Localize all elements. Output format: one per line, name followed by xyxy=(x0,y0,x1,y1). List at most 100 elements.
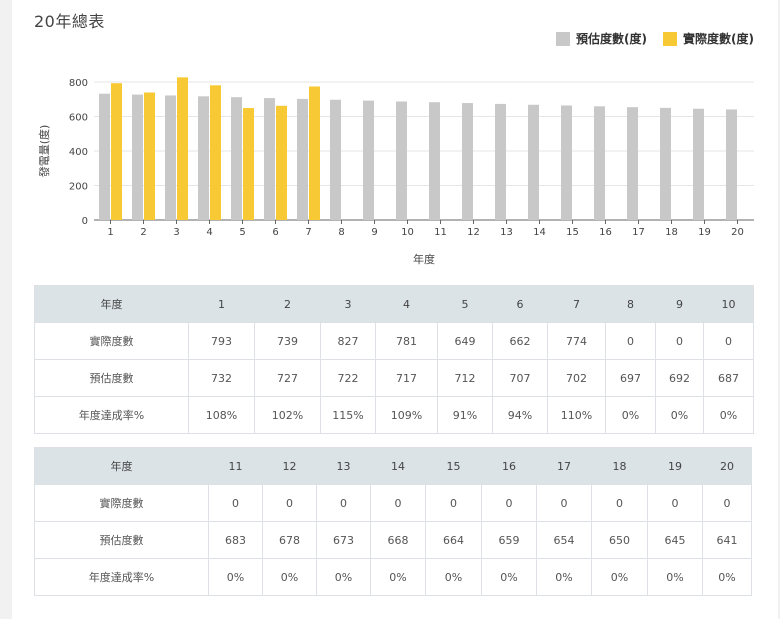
x-tick-label: 6 xyxy=(272,227,278,238)
bar-estimated xyxy=(726,109,737,220)
row-label: 預估度數 xyxy=(34,521,209,559)
report-card: 20年總表 預估度數(度) 實際度數(度) 0 200 400 600 800 1 2 3 4 5… xyxy=(12,0,778,619)
column-header: 4 xyxy=(375,285,438,323)
x-tick-label: 12 xyxy=(467,227,480,238)
column-header: 6 xyxy=(492,285,548,323)
table-cell: 0% xyxy=(591,558,648,596)
table-cell: 673 xyxy=(316,521,371,559)
column-header-year: 年度 xyxy=(34,447,209,485)
table-header-row: 年度 1 2 3 4 5 6 7 8 9 10 xyxy=(34,285,754,323)
legend-swatch-estimated xyxy=(556,31,571,46)
bar-estimated xyxy=(396,101,407,220)
table-cell: 0 xyxy=(591,484,648,522)
legend-item-actual[interactable]: 實際度數(度) xyxy=(663,30,754,47)
row-label: 實際度數 xyxy=(34,322,189,360)
x-tick-label: 10 xyxy=(401,227,414,238)
chart-legend: 預估度數(度) 實際度數(度) xyxy=(556,30,754,47)
bar-estimated xyxy=(594,106,605,220)
table-cell: 0% xyxy=(208,558,263,596)
column-header: 11 xyxy=(208,447,263,485)
table-cell: 0% xyxy=(702,558,752,596)
column-header: 17 xyxy=(536,447,592,485)
table-cell: 0% xyxy=(425,558,482,596)
table-cell: 722 xyxy=(320,359,376,397)
table-cell: 108% xyxy=(188,396,255,434)
table-cell: 664 xyxy=(425,521,482,559)
y-tick-label: 200 xyxy=(69,182,88,193)
bar-actual xyxy=(243,108,254,220)
x-tick-label: 9 xyxy=(371,227,377,238)
table-cell: 649 xyxy=(437,322,493,360)
table-row-rate: 年度達成率% 0% 0% 0% 0% 0% 0% 0% 0% 0% 0% xyxy=(34,558,752,596)
legend-item-estimated[interactable]: 預估度數(度) xyxy=(556,30,647,47)
table-cell: 727 xyxy=(254,359,321,397)
table-cell: 0% xyxy=(605,396,656,434)
table-cell: 678 xyxy=(262,521,317,559)
table-cell: 0% xyxy=(316,558,371,596)
table-cell: 0 xyxy=(536,484,592,522)
row-label: 年度達成率% xyxy=(34,558,209,596)
table-cell: 91% xyxy=(437,396,493,434)
table-cell: 0 xyxy=(605,322,656,360)
bar-estimated xyxy=(561,105,572,220)
bar-estimated xyxy=(429,102,440,220)
bar-estimated xyxy=(99,93,110,220)
table-cell: 793 xyxy=(188,322,255,360)
table-cell: 0 xyxy=(370,484,426,522)
table-header-row: 年度 11 12 13 14 15 16 17 18 19 20 xyxy=(34,447,752,485)
table-cell: 645 xyxy=(647,521,703,559)
table-row-rate: 年度達成率% 108% 102% 115% 109% 91% 94% 110% 0% 0% 0% xyxy=(34,396,754,434)
x-tick-label: 19 xyxy=(698,227,711,238)
table-cell: 683 xyxy=(208,521,263,559)
column-header: 2 xyxy=(254,285,321,323)
table-cell: 0 xyxy=(262,484,317,522)
table-cell: 102% xyxy=(254,396,321,434)
table-cell: 732 xyxy=(188,359,255,397)
column-header: 1 xyxy=(188,285,255,323)
table-cell: 94% xyxy=(492,396,548,434)
y-axis-label: 發電量(度) xyxy=(37,125,51,178)
legend-swatch-actual xyxy=(663,31,678,46)
x-tick-label: 7 xyxy=(305,227,311,238)
table-cell: 110% xyxy=(547,396,606,434)
table-cell: 827 xyxy=(320,322,376,360)
bar-estimated xyxy=(462,103,473,220)
y-tick-label: 0 xyxy=(82,216,88,227)
table-cell: 0 xyxy=(703,322,754,360)
table-cell: 0% xyxy=(536,558,592,596)
summary-table-2: 年度 11 12 13 14 15 16 17 18 19 20 實際度數 0 0 0 0 0 0 0 0 0 0 預估度數… xyxy=(34,447,752,596)
bar-estimated xyxy=(231,97,242,220)
table-cell: 668 xyxy=(370,521,426,559)
bar-actual xyxy=(144,92,155,220)
x-tick-label: 4 xyxy=(206,227,212,238)
bar-estimated xyxy=(660,107,671,220)
table-cell: 662 xyxy=(492,322,548,360)
table-cell: 0% xyxy=(647,558,703,596)
page-title: 20年總表 xyxy=(34,12,105,31)
x-axis-label: 年度 xyxy=(413,252,435,266)
table-cell: 641 xyxy=(702,521,752,559)
table-row-estimated: 預估度數 732 727 722 717 712 707 702 697 692 687 xyxy=(34,359,754,397)
column-header: 12 xyxy=(262,447,317,485)
x-tick-label: 5 xyxy=(239,227,245,238)
table-cell: 0 xyxy=(702,484,752,522)
table-cell: 0 xyxy=(208,484,263,522)
row-label: 實際度數 xyxy=(34,484,209,522)
table-cell: 687 xyxy=(703,359,754,397)
table-cell: 109% xyxy=(375,396,438,434)
column-header: 7 xyxy=(547,285,606,323)
table-cell: 0% xyxy=(481,558,537,596)
table-cell: 702 xyxy=(547,359,606,397)
table-cell: 774 xyxy=(547,322,606,360)
bar-actual xyxy=(177,77,188,220)
row-label: 年度達成率% xyxy=(34,396,189,434)
x-tick-label: 20 xyxy=(731,227,744,238)
column-header: 14 xyxy=(370,447,426,485)
bar-estimated xyxy=(693,108,704,220)
x-tick-label: 3 xyxy=(173,227,179,238)
summary-table-1: 年度 1 2 3 4 5 6 7 8 9 10 實際度數 793 739 827 781 649 662 774 0 0… xyxy=(34,285,754,434)
bar-estimated xyxy=(198,96,209,220)
table-cell: 781 xyxy=(375,322,438,360)
x-tick-label: 16 xyxy=(599,227,612,238)
bar-actual xyxy=(111,83,122,220)
